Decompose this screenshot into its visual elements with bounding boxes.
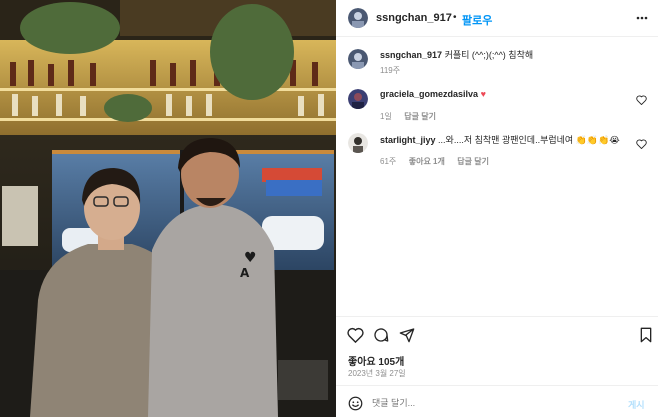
comment-age: 1일 bbox=[380, 112, 392, 121]
comment-input[interactable] bbox=[372, 396, 612, 410]
svg-text:A: A bbox=[240, 266, 250, 280]
comment-like-heart-icon[interactable] bbox=[636, 95, 647, 105]
post-detail-panel: ssngchan_917 • 팔로우 ssngchan_917 커플티 (^^;… bbox=[336, 0, 658, 417]
caption-line: ssngchan_917 커플티 (^^;)(;^^) 침착해 bbox=[380, 48, 533, 61]
red-heart-emoji: ♥ bbox=[480, 89, 486, 99]
post-comment-button[interactable]: 게시 bbox=[628, 398, 645, 411]
bookmark-icon[interactable] bbox=[639, 327, 653, 343]
comment-like-heart-icon[interactable] bbox=[636, 139, 647, 149]
action-divider bbox=[336, 316, 658, 317]
share-paper-plane-icon[interactable] bbox=[399, 327, 415, 343]
comment-line: starlight_jiyy ...와....저 침착맨 광팬인데..부럽네여 … bbox=[380, 133, 620, 146]
comment-age: 61주 bbox=[380, 157, 397, 166]
comment-avatar[interactable] bbox=[348, 89, 368, 109]
like-heart-icon[interactable] bbox=[347, 327, 364, 343]
comment-text: ...와....저 침착맨 광팬인데..부럽네여 👏👏👏😭 bbox=[438, 135, 620, 145]
photo-scene: ♥ A bbox=[0, 0, 336, 417]
comment-username[interactable]: graciela_gomezdasilva bbox=[380, 89, 478, 99]
post-header: ssngchan_917 • 팔로우 bbox=[336, 0, 658, 37]
caption-username[interactable]: ssngchan_917 bbox=[380, 50, 442, 60]
reply-button[interactable]: 답글 달기 bbox=[404, 112, 436, 121]
post-photo: ♥ A bbox=[0, 0, 336, 417]
emoji-smiley-icon[interactable] bbox=[348, 396, 363, 411]
reply-button[interactable]: 답글 달기 bbox=[457, 157, 489, 166]
caption-avatar[interactable] bbox=[348, 49, 368, 69]
composer-divider bbox=[336, 385, 658, 386]
comment-line: graciela_gomezdasilva ♥ bbox=[380, 89, 486, 99]
post-date: 2023년 3월 27일 bbox=[348, 369, 406, 378]
more-horizontal-icon[interactable] bbox=[636, 13, 648, 23]
svg-text:♥: ♥ bbox=[244, 250, 257, 266]
caption-age: 119주 bbox=[380, 66, 401, 75]
comment-meta: 61주 좋아요 1개 답글 달기 bbox=[380, 151, 489, 169]
comment-bubble-icon[interactable] bbox=[373, 327, 389, 343]
author-username[interactable]: ssngchan_917 bbox=[376, 12, 452, 24]
like-count[interactable]: 좋아요 105개 bbox=[348, 353, 404, 368]
comment-like-count[interactable]: 좋아요 1개 bbox=[409, 157, 445, 166]
separator-dot: • bbox=[453, 12, 457, 23]
comment-avatar[interactable] bbox=[348, 133, 368, 153]
author-avatar[interactable] bbox=[348, 8, 368, 28]
caption-text: 커플티 (^^;)(;^^) 침착해 bbox=[444, 50, 534, 60]
comment-username[interactable]: starlight_jiyy bbox=[380, 135, 436, 145]
comment-meta: 1일 답글 달기 bbox=[380, 106, 436, 124]
follow-button[interactable]: 팔로우 bbox=[462, 12, 492, 28]
